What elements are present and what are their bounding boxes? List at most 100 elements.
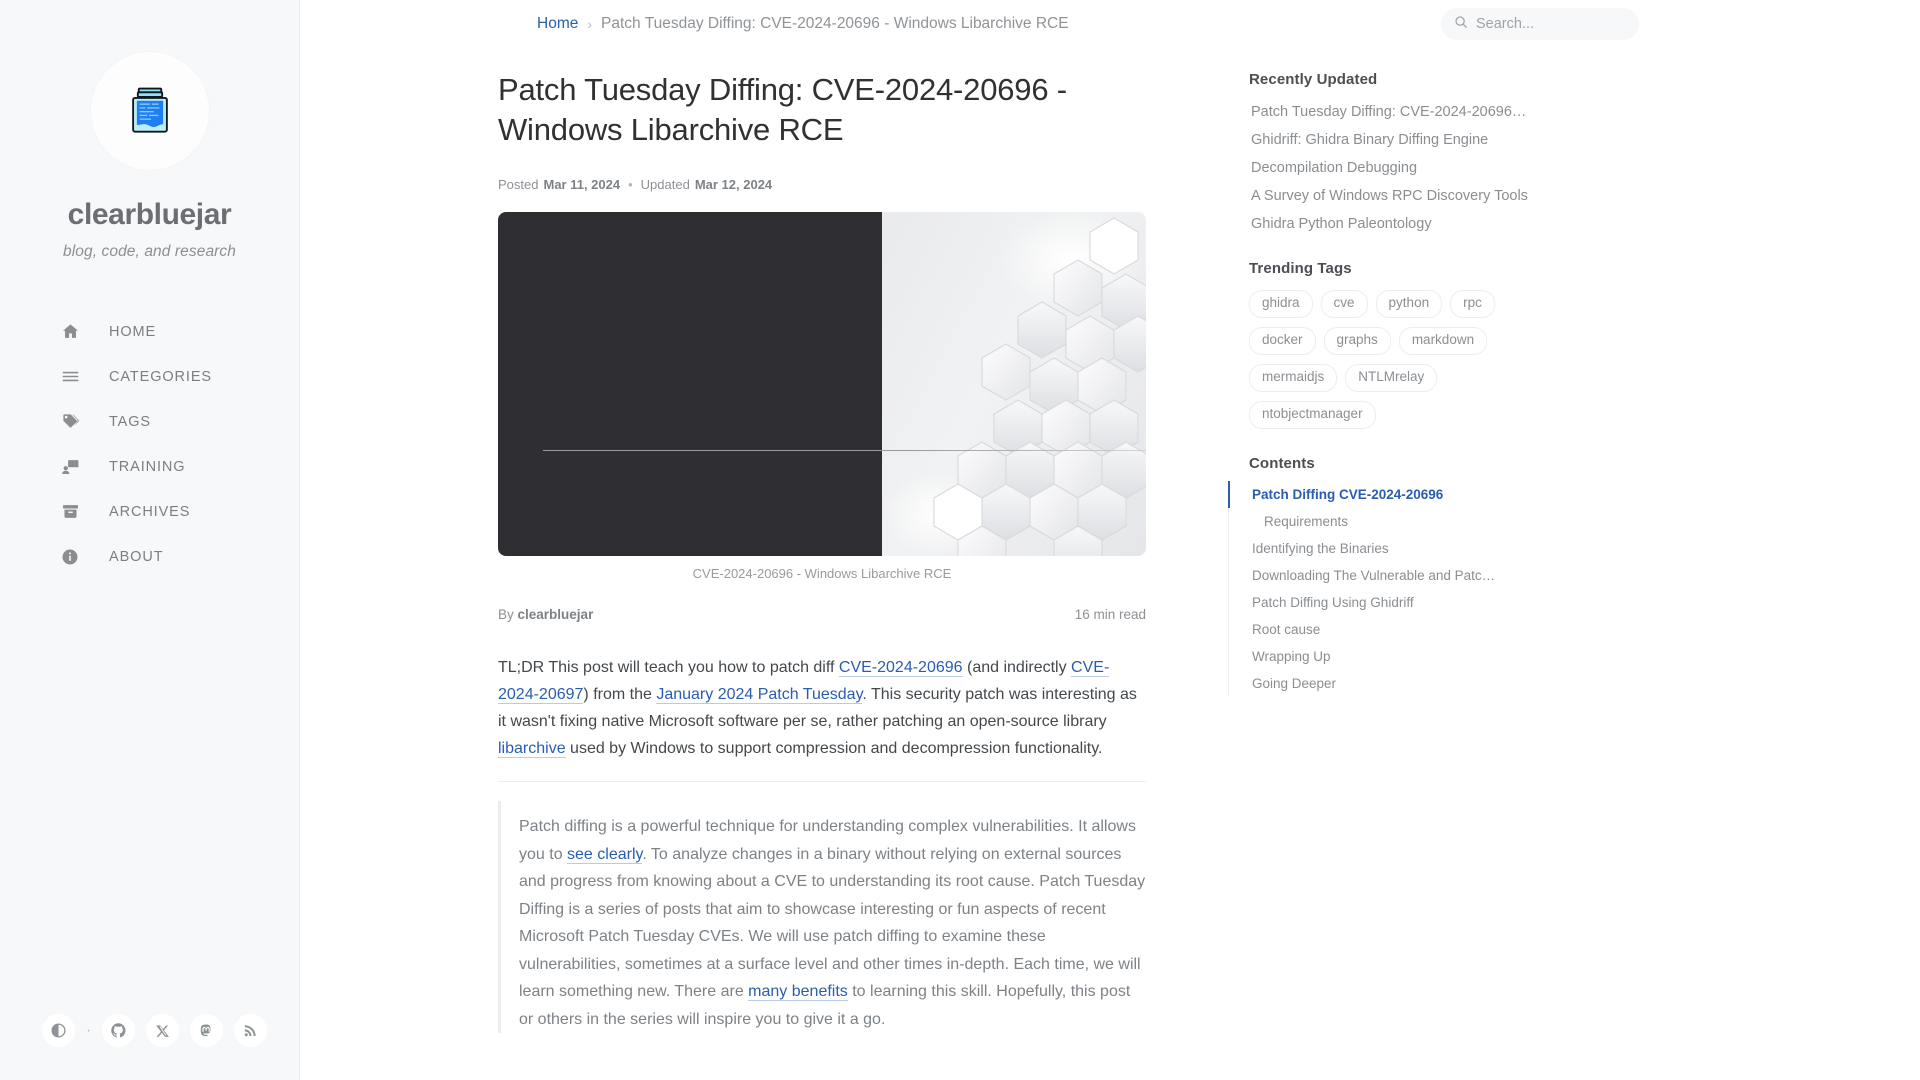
posted-label: Posted bbox=[498, 176, 539, 192]
author-block: By clearbluejar bbox=[498, 607, 593, 622]
featured-image: CVE-2024-20696 PATCH TUESDAY DIFFING WIN… bbox=[498, 211, 1146, 556]
list-item[interactable]: Ghidra Python Paleontology bbox=[1228, 210, 1528, 238]
toc-item[interactable]: Root cause bbox=[1228, 616, 1528, 643]
list-item[interactable]: Ghidriff: Ghidra Binary Diffing Engine bbox=[1228, 126, 1528, 154]
sidebar-item-tags[interactable]: TAGS bbox=[0, 399, 299, 444]
p1-s1: TL;DR This post will teach you how to pa… bbox=[498, 658, 839, 676]
meta-bullet: • bbox=[628, 176, 633, 192]
link-many-benefits[interactable]: many benefits bbox=[748, 983, 848, 1002]
recently-updated-list: Patch Tuesday Diffing: CVE-2024-20696 - … bbox=[1228, 98, 1528, 238]
link-libarchive[interactable]: libarchive bbox=[498, 740, 566, 759]
x-twitter-icon[interactable] bbox=[146, 1014, 180, 1047]
page-title: Patch Tuesday Diffing: CVE-2024-20696 - … bbox=[498, 72, 1067, 148]
tag-chip[interactable]: ghidra bbox=[1249, 290, 1313, 318]
search-box[interactable] bbox=[1441, 8, 1639, 40]
toc-item[interactable]: Wrapping Up bbox=[1228, 643, 1528, 670]
breadcrumb: Home › Patch Tuesday Diffing: CVE-2024-2… bbox=[537, 15, 1069, 33]
toc-item[interactable]: Requirements bbox=[1228, 508, 1528, 535]
categories-icon bbox=[58, 367, 82, 386]
site-title[interactable]: clearbluejar bbox=[68, 198, 232, 232]
contents-list: Patch Diffing CVE-2024-20696 Requirement… bbox=[1228, 480, 1528, 697]
post-body: TL;DR This post will teach you how to pa… bbox=[498, 654, 1146, 1034]
tag-chip[interactable]: graphs bbox=[1323, 326, 1391, 355]
toc-item[interactable]: Patch Diffing CVE-2024-20696 bbox=[1228, 480, 1528, 508]
rss-icon[interactable] bbox=[234, 1014, 268, 1047]
home-icon bbox=[58, 322, 82, 341]
featured-image-caption: CVE-2024-20696 - Windows Libarchive RCE bbox=[692, 565, 952, 581]
mastodon-icon[interactable] bbox=[190, 1014, 224, 1047]
breadcrumb-separator: › bbox=[587, 16, 593, 32]
link-cve-2024-20696[interactable]: CVE-2024-20696 bbox=[838, 658, 963, 677]
sidebar-item-home[interactable]: HOME bbox=[0, 309, 299, 354]
sidebar-label-archives: ARCHIVES bbox=[109, 503, 191, 520]
sidebar-label-home: HOME bbox=[109, 323, 157, 340]
toc-item[interactable]: Going Deeper bbox=[1228, 670, 1528, 697]
updated-date: Mar 12, 2024 bbox=[694, 176, 773, 192]
breadcrumb-home-link[interactable]: Home bbox=[537, 15, 578, 33]
tag-chip[interactable]: rpc bbox=[1450, 290, 1495, 318]
sidebar-label-about: ABOUT bbox=[109, 548, 164, 565]
divider bbox=[498, 781, 1146, 783]
sidebar-item-training[interactable]: TRAINING bbox=[0, 444, 299, 489]
read-time: 16 min read bbox=[1074, 606, 1146, 622]
trending-tags-list: ghidra cve python rpc docker graphs mark… bbox=[1228, 290, 1498, 429]
main-content: Home › Patch Tuesday Diffing: CVE-2024-2… bbox=[300, 0, 1920, 1080]
by-label: By bbox=[498, 606, 514, 622]
posted-date: Mar 11, 2024 bbox=[543, 176, 621, 192]
sidebar-item-categories[interactable]: CATEGORIES bbox=[0, 354, 299, 399]
p1-s3: ) from the bbox=[583, 685, 657, 703]
post-meta: Posted Mar 11, 2024 • Updated Mar 12, 20… bbox=[498, 177, 1146, 192]
sidebar: clearbluejar blog, code, and research HO… bbox=[0, 0, 300, 1080]
tag-chip[interactable]: mermaidjs bbox=[1249, 363, 1338, 392]
bq-s2: . To analyze changes in a binary without… bbox=[519, 845, 1146, 1001]
featured-image-dark-panel bbox=[498, 211, 882, 556]
sidebar-item-archives[interactable]: ARCHIVES bbox=[0, 489, 299, 534]
list-item[interactable]: Patch Tuesday Diffing: CVE-2024-20696 - … bbox=[1228, 98, 1528, 126]
article: Patch Tuesday Diffing: CVE-2024-20696 - … bbox=[498, 48, 1146, 1049]
paragraph-tldr: TL;DR This post will teach you how to pa… bbox=[498, 654, 1146, 763]
dark-mode-toggle-icon[interactable] bbox=[42, 1014, 75, 1047]
sidebar-label-tags: TAGS bbox=[109, 413, 152, 430]
training-icon bbox=[58, 457, 82, 476]
link-january-2024-patch-tuesday[interactable]: January 2024 Patch Tuesday bbox=[656, 685, 863, 704]
tag-chip[interactable]: ntobjectmanager bbox=[1249, 400, 1376, 429]
list-item[interactable]: Decompilation Debugging bbox=[1228, 154, 1528, 182]
site-subtitle: blog, code, and research bbox=[62, 243, 236, 260]
github-icon[interactable] bbox=[102, 1014, 136, 1047]
sidebar-item-about[interactable]: ABOUT bbox=[0, 534, 299, 579]
contents-panel: Contents Patch Diffing CVE-2024-20696 Re… bbox=[1228, 455, 1528, 697]
featured-image-hexagon-pattern bbox=[882, 211, 1146, 556]
tag-chip[interactable]: cve bbox=[1320, 290, 1368, 318]
tag-chip[interactable]: markdown bbox=[1398, 326, 1488, 355]
p1-s5: used by Windows to support compression a… bbox=[565, 740, 1103, 758]
tag-chip[interactable]: python bbox=[1375, 290, 1443, 318]
trending-tags-panel: Trending Tags ghidra cve python rpc dock… bbox=[1228, 260, 1528, 429]
avatar[interactable] bbox=[90, 52, 209, 170]
sidebar-footer: · bbox=[0, 1014, 299, 1047]
tag-chip[interactable]: docker bbox=[1249, 326, 1316, 355]
search-input[interactable] bbox=[1476, 16, 1626, 32]
author-name[interactable]: clearbluejar bbox=[518, 607, 594, 622]
archives-icon bbox=[58, 502, 82, 521]
contents-title: Contents bbox=[1249, 454, 1315, 472]
tags-icon bbox=[58, 412, 82, 431]
toc-item[interactable]: Identifying the Binaries bbox=[1228, 535, 1528, 562]
tag-chip[interactable]: NTLMrelay bbox=[1345, 363, 1438, 392]
hexagon-pattern-icon bbox=[933, 216, 1146, 556]
breadcrumb-current: Patch Tuesday Diffing: CVE-2024-20696 - … bbox=[601, 15, 1069, 32]
featured-image-rule bbox=[543, 449, 1146, 451]
list-item[interactable]: A Survey of Windows RPC Discovery Tools bbox=[1228, 182, 1528, 210]
trending-tags-title: Trending Tags bbox=[1249, 260, 1352, 277]
recently-updated-title: Recently Updated bbox=[1249, 71, 1378, 88]
toc-item[interactable]: Downloading The Vulnerable and Patc… bbox=[1228, 562, 1528, 589]
p1-s2: (and indirectly bbox=[962, 658, 1072, 676]
toc-item[interactable]: Patch Diffing Using Ghidriff bbox=[1228, 589, 1528, 616]
updated-label: Updated bbox=[640, 176, 690, 192]
sidebar-label-training: TRAINING bbox=[109, 458, 186, 475]
site-navigation: HOME CATEGORIES TAGS TRAINING ARCHIVES A… bbox=[0, 309, 299, 579]
footer-separator: · bbox=[86, 1021, 92, 1039]
blockquote-prompt: Patch diffing is a powerful technique fo… bbox=[498, 801, 1146, 1034]
right-rail: Recently Updated Patch Tuesday Diffing: … bbox=[1228, 48, 1528, 1049]
topbar: Home › Patch Tuesday Diffing: CVE-2024-2… bbox=[300, 0, 1920, 48]
link-see-clearly[interactable]: see clearly bbox=[567, 845, 643, 864]
